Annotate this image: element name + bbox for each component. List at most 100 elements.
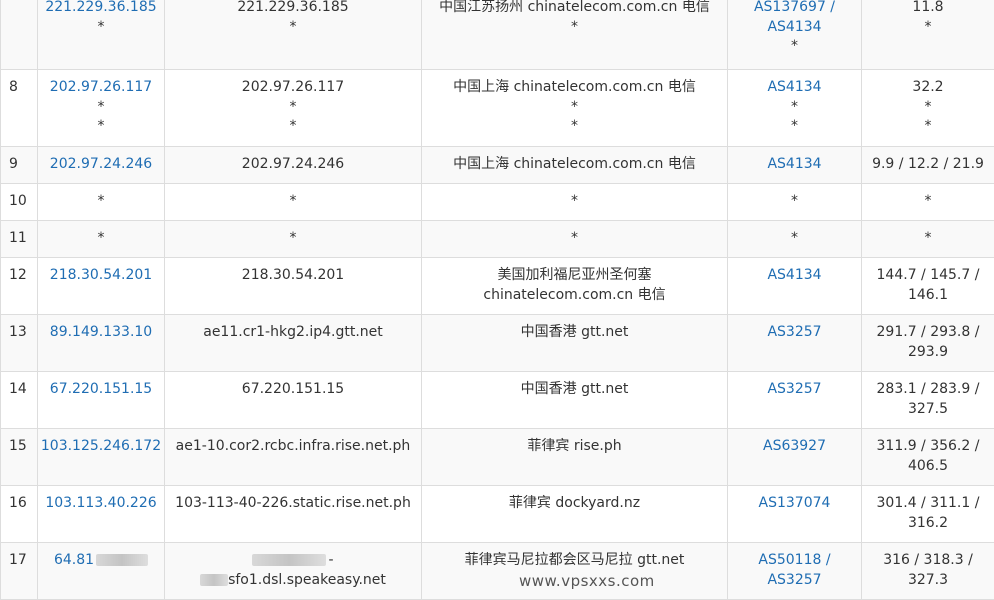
hostname-cell: ae1-10.cor2.rcbc.infra.rise.net.ph	[165, 429, 422, 486]
link-text[interactable]: 103.125.246.172	[38, 437, 164, 457]
latency-cell: 11.8*	[862, 0, 994, 70]
asn-cell[interactable]: AS3257	[728, 372, 862, 429]
latency-cell: 291.7 / 293.8 /293.9	[862, 315, 994, 372]
ip-cell[interactable]: 218.30.54.201	[38, 258, 165, 315]
cell-text: 144.7 / 145.7 /	[862, 266, 994, 286]
location-cell: *	[422, 184, 728, 221]
asn-cell[interactable]: AS4134	[728, 258, 862, 315]
asn-cell[interactable]: AS137697 /AS4134*	[728, 0, 862, 70]
asn-cell[interactable]: AS137074	[728, 486, 862, 543]
cell-text: 32.2	[862, 78, 994, 98]
cell-text: ae11.cr1-hkg2.ip4.gtt.net	[165, 323, 421, 343]
cell-text: 221.229.36.185	[165, 0, 421, 18]
table-row: 1467.220.151.1567.220.151.15中国香港 gtt.net…	[1, 372, 994, 429]
hostname-cell: 202.97.26.117**	[165, 70, 422, 147]
link-text[interactable]: 202.97.26.117	[38, 78, 164, 98]
ip-cell[interactable]: *	[38, 184, 165, 221]
hop-cell: 15	[1, 429, 38, 486]
location-cell: 中国香港 gtt.net	[422, 372, 728, 429]
ip-cell[interactable]: 221.229.36.185*	[38, 0, 165, 70]
cell-text: 11	[9, 229, 37, 249]
cell-text: 103-113-40-226.static.rise.net.ph	[165, 494, 421, 514]
cell-text: ae1-10.cor2.rcbc.infra.rise.net.ph	[165, 437, 421, 457]
hop-cell: 17	[1, 543, 38, 600]
ip-cell[interactable]: *	[38, 221, 165, 258]
cell-text: 327.3	[862, 571, 994, 591]
link-text[interactable]: AS3257	[728, 571, 861, 591]
cell-text: 9	[9, 155, 37, 175]
location-cell: 中国江苏扬州 chinatelecom.com.cn 电信*	[422, 0, 728, 70]
ip-cell[interactable]: 103.125.246.172	[38, 429, 165, 486]
latency-cell: 301.4 / 311.1 /316.2	[862, 486, 994, 543]
asn-cell[interactable]: AS50118 /AS3257	[728, 543, 862, 600]
hop-cell	[1, 0, 38, 70]
hop-cell: 10	[1, 184, 38, 221]
hop-cell: 9	[1, 147, 38, 184]
link-text[interactable]: AS3257	[728, 380, 861, 400]
hostname-cell: -sfo1.dsl.speakeasy.net	[165, 543, 422, 600]
cell-text: 菲律宾 rise.ph	[422, 437, 727, 457]
link-text[interactable]: 202.97.24.246	[38, 155, 164, 175]
cell-text: 291.7 / 293.8 /	[862, 323, 994, 343]
cell-text: *	[38, 229, 164, 249]
cell-text: 菲律宾马尼拉都会区马尼拉 gtt.net	[422, 551, 727, 571]
ip-cell[interactable]: 64.81	[38, 543, 165, 600]
asn-cell[interactable]: AS4134**	[728, 70, 862, 147]
asn-cell[interactable]: *	[728, 184, 862, 221]
link-text[interactable]: 218.30.54.201	[38, 266, 164, 286]
cell-text: 406.5	[862, 457, 994, 477]
cell-text: *	[728, 37, 861, 57]
latency-cell: 283.1 / 283.9 /327.5	[862, 372, 994, 429]
link-text[interactable]: 64.81	[54, 552, 94, 568]
link-text[interactable]: 89.149.133.10	[38, 323, 164, 343]
ip-cell[interactable]: 202.97.26.117**	[38, 70, 165, 147]
link-text[interactable]: AS50118 /	[728, 551, 861, 571]
location-cell: 中国上海 chinatelecom.com.cn 电信**	[422, 70, 728, 147]
latency-cell: 9.9 / 12.2 / 21.9	[862, 147, 994, 184]
asn-cell[interactable]: AS63927	[728, 429, 862, 486]
asn-cell[interactable]: *	[728, 221, 862, 258]
link-text[interactable]: AS4134	[728, 266, 861, 286]
cell-text: 11.8	[862, 0, 994, 18]
cell-text: *	[422, 192, 727, 212]
cell-text: 9.9 / 12.2 / 21.9	[862, 155, 994, 175]
redacted-blur	[200, 574, 228, 586]
cell-text: 202.97.26.117	[165, 78, 421, 98]
ip-cell[interactable]: 67.220.151.15	[38, 372, 165, 429]
cell-text: 301.4 / 311.1 /	[862, 494, 994, 514]
cell-text: *	[862, 192, 994, 212]
cell-text: *	[38, 192, 164, 212]
link-text[interactable]: AS137074	[728, 494, 861, 514]
link-text[interactable]: AS137697 /	[728, 0, 861, 18]
link-text[interactable]: AS4134	[728, 155, 861, 175]
latency-cell: 144.7 / 145.7 /146.1	[862, 258, 994, 315]
table-row: 8202.97.26.117**202.97.26.117**中国上海 chin…	[1, 70, 994, 147]
cell-text: 中国香港 gtt.net	[422, 323, 727, 343]
cell-text: *	[165, 18, 421, 38]
cell-text: 14	[9, 380, 37, 400]
cell-text: *	[422, 117, 727, 137]
link-text[interactable]: 67.220.151.15	[38, 380, 164, 400]
link-text[interactable]: 103.113.40.226	[38, 494, 164, 514]
cell-text: *	[862, 229, 994, 249]
link-text[interactable]: AS63927	[728, 437, 861, 457]
ip-cell[interactable]: 89.149.133.10	[38, 315, 165, 372]
ip-cell[interactable]: 202.97.24.246	[38, 147, 165, 184]
cell-text: 311.9 / 356.2 /	[862, 437, 994, 457]
link-text[interactable]: AS4134	[728, 18, 861, 38]
ip-cell[interactable]: 103.113.40.226	[38, 486, 165, 543]
cell-text: 146.1	[862, 286, 994, 306]
link-text[interactable]: 221.229.36.185	[38, 0, 164, 18]
cell-text: 菲律宾 dockyard.nz	[422, 494, 727, 514]
asn-cell[interactable]: AS3257	[728, 315, 862, 372]
hostname-cell: 218.30.54.201	[165, 258, 422, 315]
cell-text: 中国江苏扬州 chinatelecom.com.cn 电信	[422, 0, 727, 18]
link-text[interactable]: AS4134	[728, 78, 861, 98]
cell-text: *	[165, 192, 421, 212]
latency-cell: 32.2**	[862, 70, 994, 147]
link-text[interactable]: AS3257	[728, 323, 861, 343]
cell-text: 283.1 / 283.9 /	[862, 380, 994, 400]
asn-cell[interactable]: AS4134	[728, 147, 862, 184]
location-cell: 菲律宾 dockyard.nz	[422, 486, 728, 543]
cell-text: chinatelecom.com.cn 电信	[422, 286, 727, 306]
